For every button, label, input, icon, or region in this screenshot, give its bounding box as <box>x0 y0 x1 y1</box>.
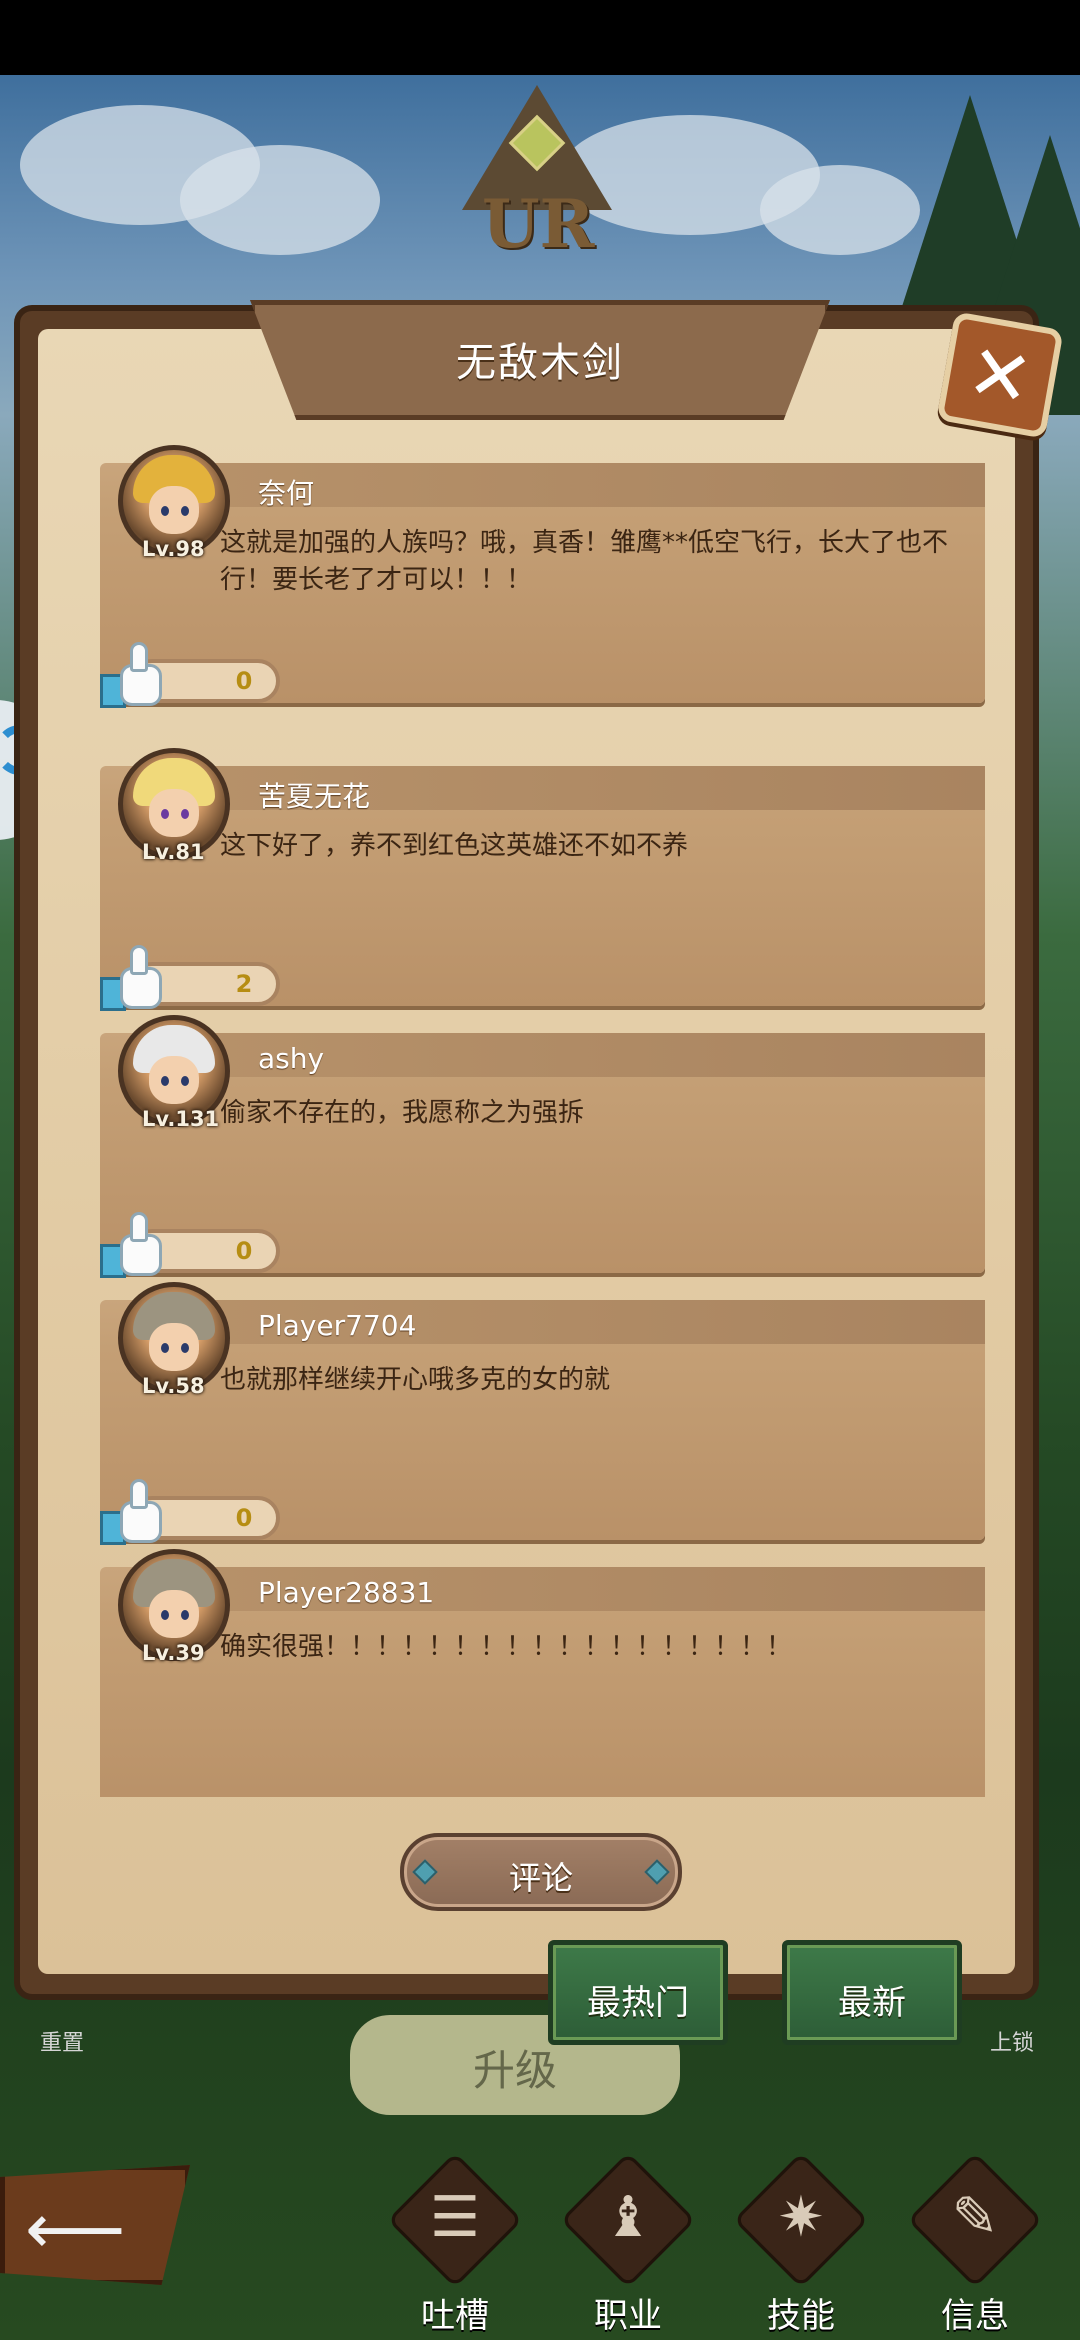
nav-label: 技能 <box>767 2296 835 2336</box>
upgrade-label: 升级 <box>472 2046 557 2095</box>
reset-label[interactable]: 重置 <box>40 2025 84 2057</box>
tab-hottest[interactable]: 最热门 <box>548 1940 728 2045</box>
like-button[interactable]: 0 <box>95 642 290 708</box>
like-count: 0 <box>235 1237 253 1265</box>
comment-button[interactable]: 评论 <box>400 1833 682 1911</box>
like-button[interactable]: 0 <box>95 1212 290 1278</box>
nav-item-tucao[interactable]: ☰ 吐槽 <box>380 2152 530 2336</box>
like-count: 2 <box>235 970 253 998</box>
user-level: Lv.98 <box>142 537 205 561</box>
rarity-emblem: UR <box>462 85 612 265</box>
like-count: 0 <box>235 667 253 695</box>
nav-item-info[interactable]: ✎ 信息 <box>900 2152 1050 2336</box>
comment-text: 也就那样继续开心哦多克的女的就 <box>220 1365 611 1395</box>
back-arrow-icon: ⟵ <box>25 2188 126 2270</box>
comment-card: Lv.131 ashy 偷家不存在的，我愿称之为强拆 0 <box>100 1015 985 1278</box>
tab-newest-label: 最新 <box>838 1983 906 2023</box>
comment-card: Lv.98 奈何 这就是加强的人族吗？哦，真香！雏鹰**低空飞行，长大了也不行！… <box>100 445 985 708</box>
like-button[interactable]: 2 <box>95 945 290 1011</box>
rarity-label: UR <box>482 185 595 263</box>
thumbs-up-icon <box>100 642 168 710</box>
comment-card: Lv.39 Player28831 确实很强！！！！！！！！！！！！！！！！！！ <box>100 1549 985 1797</box>
document-icon: ✎ <box>951 2185 999 2250</box>
skill-icon: ✷ <box>777 2185 825 2250</box>
comment-text: 这下好了，养不到红色这英雄还不如不养 <box>220 831 689 861</box>
dialog-title-plate: 无敌木剑 <box>250 300 830 420</box>
comment-card: Lv.81 苦夏无花 这下好了，养不到红色这英雄还不如不养 2 <box>100 748 985 1011</box>
nav-item-class[interactable]: ♝ 职业 <box>553 2152 703 2336</box>
comment-text: 偷家不存在的，我愿称之为强拆 <box>220 1098 585 1128</box>
like-button[interactable]: 0 <box>95 1479 290 1545</box>
username: 奈何 <box>258 477 315 510</box>
comment-list[interactable]: Lv.98 奈何 这就是加强的人族吗？哦，真香！雏鹰**低空飞行，长大了也不行！… <box>95 445 990 1797</box>
user-level: Lv.81 <box>142 840 205 864</box>
dialog-title: 无敌木剑 <box>456 340 624 386</box>
nav-label: 信息 <box>941 2296 1009 2336</box>
bottom-nav: ⟵ ☰ 吐槽 ♝ 职业 ✷ 技能 ✎ 信息 <box>0 2150 1080 2340</box>
user-level: Lv.58 <box>142 1374 205 1398</box>
scroll-icon: ☰ <box>429 2185 481 2250</box>
comment-button-label: 评论 <box>508 1859 573 1897</box>
thumbs-up-icon <box>100 1212 168 1280</box>
comment-text: 确实很强！！！！！！！！！！！！！！！！！！ <box>220 1632 793 1662</box>
thumbs-up-icon <box>100 1479 168 1547</box>
username: 苦夏无花 <box>258 780 371 813</box>
nav-label: 吐槽 <box>421 2296 489 2336</box>
close-button[interactable]: ✕ <box>936 311 1064 439</box>
lock-label[interactable]: 上锁 <box>990 2025 1034 2057</box>
thumbs-up-icon <box>100 945 168 1013</box>
username: Player7704 <box>258 1309 417 1342</box>
nav-label: 职业 <box>594 2296 662 2336</box>
user-level: Lv.39 <box>142 1641 205 1665</box>
tab-hottest-label: 最热门 <box>587 1983 689 2023</box>
chess-piece-icon: ♝ <box>602 2185 654 2250</box>
tab-newest[interactable]: 最新 <box>782 1940 962 2045</box>
back-button[interactable]: ⟵ <box>0 2165 190 2285</box>
status-bar <box>0 0 1080 75</box>
comment-text: 这就是加强的人族吗？哦，真香！雏鹰**低空飞行，长大了也不行！要长老了才可以！！… <box>220 528 949 595</box>
user-level: Lv.131 <box>142 1107 220 1131</box>
like-count: 0 <box>235 1504 253 1532</box>
close-icon: ✕ <box>960 326 1040 425</box>
nav-item-skills[interactable]: ✷ 技能 <box>726 2152 876 2336</box>
username: Player28831 <box>258 1576 435 1609</box>
username: ashy <box>258 1042 325 1075</box>
comment-card: Lv.58 Player7704 也就那样继续开心哦多克的女的就 0 <box>100 1282 985 1545</box>
